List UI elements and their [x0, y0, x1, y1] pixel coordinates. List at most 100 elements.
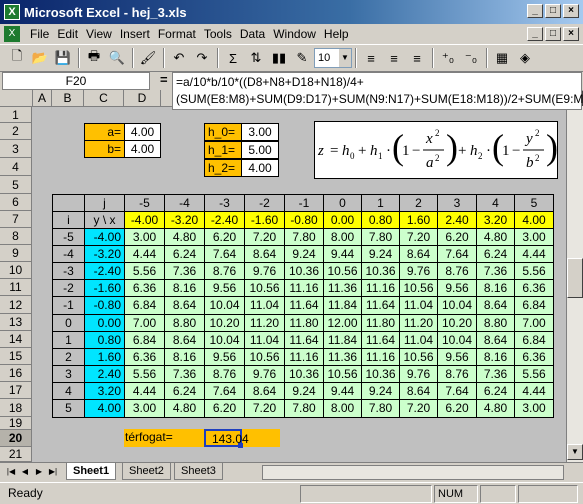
- yx-header[interactable]: y \ x: [84, 211, 125, 229]
- workbook-icon[interactable]: X: [4, 26, 20, 42]
- z-value-cell[interactable]: 6.24: [476, 245, 515, 263]
- z-value-cell[interactable]: 10.56: [323, 262, 362, 280]
- z-value-cell[interactable]: 7.36: [164, 262, 205, 280]
- maximize-button[interactable]: □: [545, 4, 561, 18]
- param-h0-label[interactable]: h_0=: [204, 123, 242, 141]
- z-value-cell[interactable]: 11.04: [244, 331, 285, 349]
- z-value-cell[interactable]: 9.44: [323, 245, 362, 263]
- y-value-cell[interactable]: -1.60: [84, 279, 125, 297]
- z-value-cell[interactable]: 5.56: [124, 262, 165, 280]
- menu-format[interactable]: Format: [154, 27, 200, 41]
- z-value-cell[interactable]: 10.20: [204, 314, 245, 332]
- j-index-cell[interactable]: 4: [476, 194, 515, 212]
- menu-help[interactable]: Help: [320, 27, 353, 41]
- align-left-icon[interactable]: ≡: [360, 47, 382, 69]
- z-value-cell[interactable]: 6.24: [476, 382, 515, 400]
- menu-data[interactable]: Data: [236, 27, 269, 41]
- z-value-cell[interactable]: 7.80: [284, 228, 324, 246]
- doc-restore-button[interactable]: □: [545, 27, 561, 41]
- z-value-cell[interactable]: 10.56: [244, 279, 285, 297]
- menu-tools[interactable]: Tools: [200, 27, 236, 41]
- align-center-icon[interactable]: ≡: [383, 47, 405, 69]
- first-sheet-icon[interactable]: |◀: [4, 465, 18, 479]
- menu-insert[interactable]: Insert: [116, 27, 154, 41]
- z-value-cell[interactable]: 6.20: [204, 399, 245, 418]
- z-value-cell[interactable]: 10.36: [284, 365, 324, 383]
- z-value-cell[interactable]: 7.80: [361, 228, 400, 246]
- fill-color-icon[interactable]: ◈: [514, 47, 536, 69]
- j-index-cell[interactable]: -5: [124, 194, 165, 212]
- x-value-cell[interactable]: 2.40: [437, 211, 477, 229]
- z-value-cell[interactable]: 7.64: [437, 245, 477, 263]
- z-value-cell[interactable]: 7.64: [204, 245, 245, 263]
- z-value-cell[interactable]: 12.00: [323, 314, 362, 332]
- z-value-cell[interactable]: 10.04: [437, 296, 477, 315]
- z-value-cell[interactable]: 6.36: [124, 348, 165, 366]
- y-value-cell[interactable]: -3.20: [84, 245, 125, 263]
- i-index-cell[interactable]: 0: [52, 314, 85, 332]
- row-header-3[interactable]: 3: [0, 140, 32, 158]
- z-value-cell[interactable]: 11.64: [284, 331, 324, 349]
- z-value-cell[interactable]: 8.64: [164, 331, 205, 349]
- z-value-cell[interactable]: 8.00: [323, 228, 362, 246]
- formula-input[interactable]: =a/10*b/10*((D8+N8+D18+N18)/4+(SUM(E8:M8…: [172, 72, 583, 110]
- z-value-cell[interactable]: 6.24: [164, 382, 205, 400]
- z-value-cell[interactable]: 11.16: [284, 348, 324, 366]
- redo-icon[interactable]: ↷: [191, 47, 213, 69]
- column-header-d[interactable]: D: [124, 90, 161, 107]
- y-value-cell[interactable]: 1.60: [84, 348, 125, 366]
- z-value-cell[interactable]: 7.36: [476, 262, 515, 280]
- z-value-cell[interactable]: 8.76: [204, 365, 245, 383]
- param-a-label[interactable]: a=: [84, 123, 125, 141]
- select-all-corner[interactable]: [0, 90, 33, 107]
- z-value-cell[interactable]: 3.00: [124, 399, 165, 418]
- param-h1-value[interactable]: 5.00: [241, 141, 279, 159]
- z-value-cell[interactable]: 7.20: [399, 399, 438, 418]
- z-value-cell[interactable]: 8.64: [244, 245, 285, 263]
- i-header[interactable]: i: [52, 211, 85, 229]
- row-header-9[interactable]: 9: [0, 245, 32, 262]
- z-value-cell[interactable]: 10.56: [399, 279, 438, 297]
- y-value-cell[interactable]: 2.40: [84, 365, 125, 383]
- z-value-cell[interactable]: 7.36: [476, 365, 515, 383]
- j-header[interactable]: j: [84, 194, 125, 212]
- menu-edit[interactable]: Edit: [53, 27, 82, 41]
- z-value-cell[interactable]: 7.00: [514, 314, 554, 332]
- z-value-cell[interactable]: 7.80: [284, 399, 324, 418]
- i-index-cell[interactable]: -1: [52, 296, 85, 315]
- z-value-cell[interactable]: 6.36: [124, 279, 165, 297]
- z-value-cell[interactable]: 10.04: [204, 296, 245, 315]
- column-header-b[interactable]: B: [52, 90, 84, 107]
- param-h1-label[interactable]: h_1=: [204, 141, 242, 159]
- y-value-cell[interactable]: 3.20: [84, 382, 125, 400]
- z-value-cell[interactable]: 7.00: [124, 314, 165, 332]
- z-value-cell[interactable]: 11.84: [323, 331, 362, 349]
- drawing-icon[interactable]: ✎: [291, 47, 313, 69]
- z-value-cell[interactable]: 11.36: [323, 279, 362, 297]
- y-value-cell[interactable]: -2.40: [84, 262, 125, 280]
- z-value-cell[interactable]: 11.84: [323, 296, 362, 315]
- menu-view[interactable]: View: [82, 27, 116, 41]
- z-value-cell[interactable]: 5.56: [124, 365, 165, 383]
- doc-close-button[interactable]: ×: [563, 27, 579, 41]
- scroll-down-icon[interactable]: ▼: [567, 444, 583, 460]
- next-sheet-icon[interactable]: ▶: [32, 465, 46, 479]
- z-value-cell[interactable]: 11.20: [399, 314, 438, 332]
- z-value-cell[interactable]: 9.24: [361, 382, 400, 400]
- z-value-cell[interactable]: 3.00: [514, 399, 554, 418]
- z-value-cell[interactable]: 11.04: [399, 296, 438, 315]
- z-value-cell[interactable]: 4.44: [514, 245, 554, 263]
- x-value-cell[interactable]: -3.20: [164, 211, 205, 229]
- vertical-scrollbar[interactable]: ▲ ▼: [566, 90, 583, 462]
- y-value-cell[interactable]: -4.00: [84, 228, 125, 246]
- column-header-c[interactable]: C: [84, 90, 124, 107]
- i-index-cell[interactable]: -4: [52, 245, 85, 263]
- z-value-cell[interactable]: 4.80: [476, 228, 515, 246]
- row-header-5[interactable]: 5: [0, 176, 32, 194]
- z-value-cell[interactable]: 4.80: [164, 228, 205, 246]
- z-value-cell[interactable]: 10.56: [323, 365, 362, 383]
- param-h2-label[interactable]: h_2=: [204, 159, 242, 177]
- z-value-cell[interactable]: 8.16: [164, 348, 205, 366]
- z-value-cell[interactable]: 9.44: [323, 382, 362, 400]
- param-b-label[interactable]: b=: [84, 140, 125, 158]
